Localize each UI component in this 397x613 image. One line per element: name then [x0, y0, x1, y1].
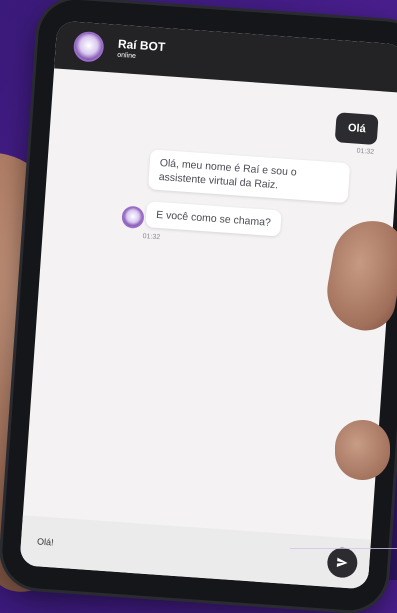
message-input[interactable] — [34, 535, 328, 568]
decorative-line — [290, 548, 397, 549]
bot-message: E você como se chama? — [145, 201, 282, 237]
send-icon — [336, 557, 348, 567]
finger-image — [335, 420, 390, 480]
bot-avatar-icon — [121, 205, 145, 229]
bot-message: Olá, meu nome é Raí e sou o assistente v… — [147, 149, 351, 204]
user-message-time: 01:32 — [356, 147, 375, 156]
user-message: Olá — [334, 112, 379, 146]
send-button[interactable] — [326, 546, 359, 579]
bot-message-time: 01:32 — [142, 232, 161, 242]
robot-avatar-icon — [72, 30, 105, 63]
chat-header-info: Raí BOT online — [117, 37, 166, 64]
